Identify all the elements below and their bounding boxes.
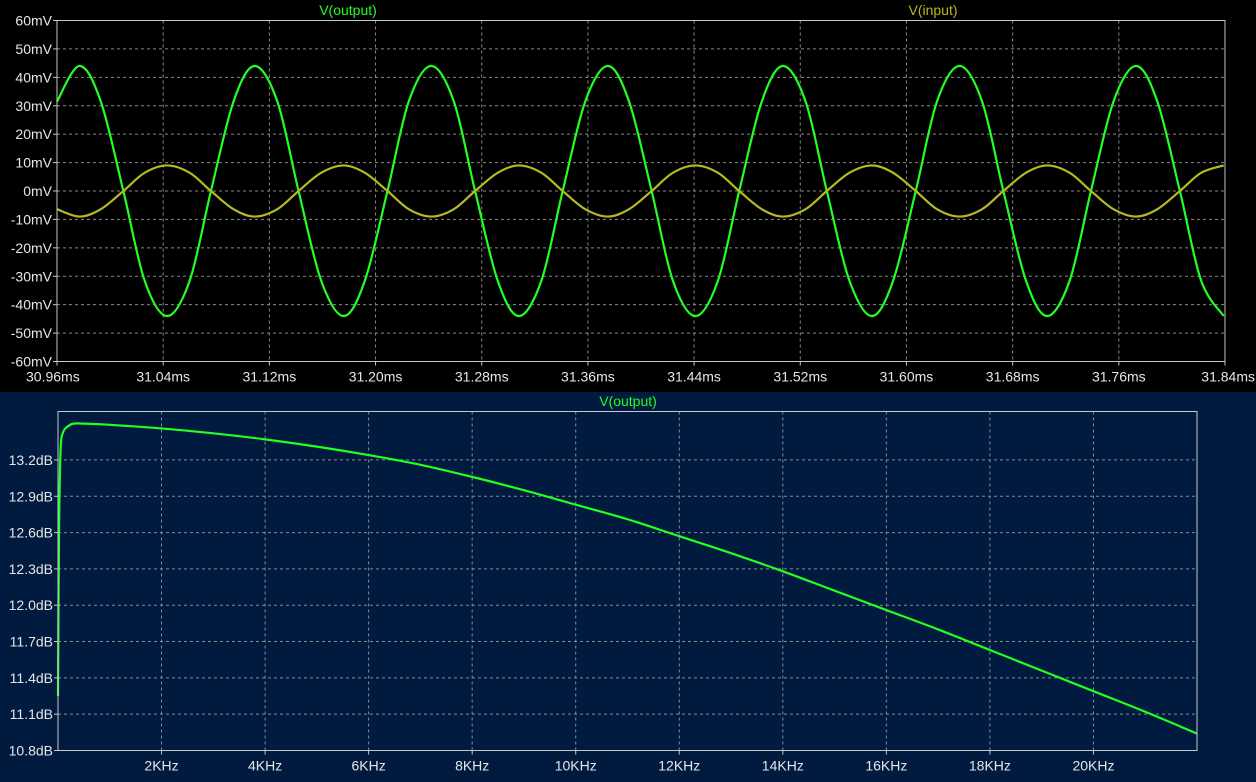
x-tick-label: 18KHz [969,758,1011,774]
x-tick-label: 20KHz [1072,758,1114,774]
x-tick-label: 31.84ms [1201,369,1255,385]
y-tick-label: 60mV [15,13,52,29]
x-tick-label: 31.04ms [136,369,190,385]
y-tick-label: -10mV [11,211,53,227]
legend-v-output[interactable]: V(output) [599,393,657,409]
x-tick-label: 16KHz [865,758,907,774]
y-tick-label: 20mV [15,126,52,142]
ac-y-axis: 13.2dB 12.9dB 12.6dB 12.3dB 12.0dB 11.7dB 11.4… [9,452,58,759]
y-tick-label: 40mV [15,69,52,85]
ac-pane-background [0,392,1256,782]
y-tick-label: 12.6dB [9,525,53,541]
y-tick-label: 50mV [15,41,52,57]
y-tick-label: 13.2dB [9,452,53,468]
y-tick-label: -60mV [11,354,53,370]
x-tick-label: 8KHz [455,758,489,774]
x-tick-label: 10KHz [555,758,597,774]
x-tick-label: 31.12ms [243,369,297,385]
x-tick-label: 14KHz [762,758,804,774]
y-tick-label: -30mV [11,268,53,284]
x-tick-label: 30.96ms [26,369,80,385]
y-tick-label: 12.0dB [9,597,53,613]
x-tick-label: 31.52ms [773,369,827,385]
x-tick-label: 31.20ms [349,369,403,385]
x-tick-label: 31.76ms [1092,369,1146,385]
y-tick-label: 11.7dB [10,634,53,650]
y-tick-label: 11.1dB [10,706,53,722]
y-tick-label: 12.3dB [9,561,53,577]
x-tick-label: 31.44ms [667,369,721,385]
transient-pane[interactable]: 60mV 50mV 40mV 30mV 20mV 10mV 0mV -10mV -20mV -30… [0,0,1256,392]
waveform-viewer: 60mV 50mV 40mV 30mV 20mV 10mV 0mV -10mV -20mV -30… [0,0,1256,782]
ac-pane[interactable]: 13.2dB 12.9dB 12.6dB 12.3dB 12.0dB 11.7dB 11.4… [0,392,1256,782]
y-tick-label: 10.8dB [9,743,53,759]
x-tick-label: 6KHz [352,758,386,774]
y-tick-label: -40mV [11,297,53,313]
y-tick-label: 12.9dB [9,488,53,504]
legend-v-output[interactable]: V(output) [319,2,377,18]
x-tick-label: 31.68ms [986,369,1040,385]
x-tick-label: 4KHz [248,758,282,774]
y-tick-label: 30mV [15,98,52,114]
x-tick-label: 2KHz [144,758,178,774]
y-tick-label: -50mV [11,325,53,341]
y-tick-label: -20mV [11,240,53,256]
x-tick-label: 31.36ms [561,369,615,385]
x-tick-label: 31.28ms [455,369,509,385]
y-tick-label: 10mV [15,155,52,171]
y-tick-label: 0mV [23,183,52,199]
x-tick-label: 12KHz [658,758,700,774]
x-tick-label: 31.60ms [880,369,934,385]
legend-v-input[interactable]: V(input) [908,2,957,18]
y-tick-label: 11.4dB [10,670,53,686]
